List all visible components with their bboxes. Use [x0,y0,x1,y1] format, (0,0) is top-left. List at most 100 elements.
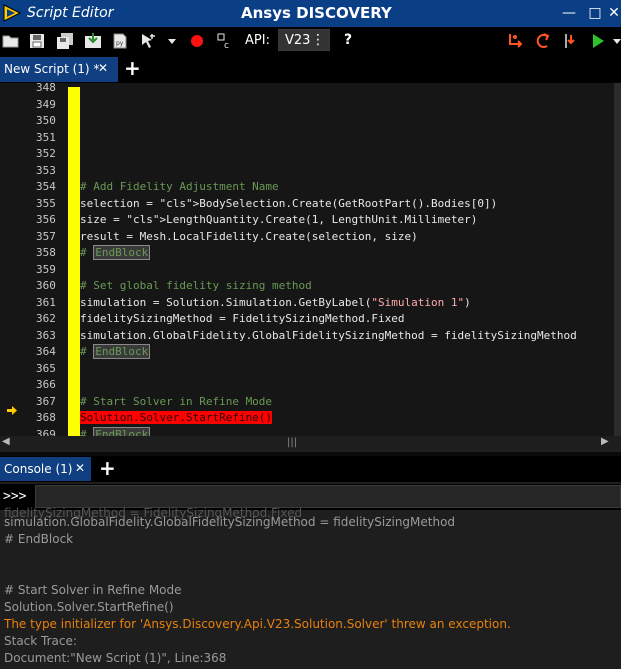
script-mode-icon[interactable]: c [216,31,234,51]
line-number: 366 [36,378,56,391]
code-line[interactable]: 368 Solution.Solver.StartRefine() [0,409,614,426]
help-button[interactable]: ? [344,32,352,48]
line-number: 350 [36,114,56,127]
code-text: size = "cls">LengthQuantity.Create(1, Le… [80,213,478,226]
script-file-icon[interactable]: py [112,31,128,51]
tab-label: New Script (1) * [4,62,100,76]
code-line[interactable]: 358 # EndBlock [0,244,614,261]
tab-console[interactable]: Console (1) ✕ [0,457,91,481]
close-tab-icon[interactable]: ✕ [98,61,108,75]
more-options-icon: ⋮ [311,32,325,48]
code-line[interactable]: 360 # Set global fidelity sizing method [0,277,614,294]
code-text: # Set global fidelity sizing method [80,279,312,292]
console-tab-strip [0,456,621,482]
code-line[interactable]: 363 simulation.GlobalFidelity.GlobalFidel… [0,327,614,344]
console-line: simulation.GlobalFidelity.GlobalFidelity… [4,515,456,529]
console-error-line: The type initializer for 'Ansys.Discover… [4,617,511,631]
save-icon[interactable] [29,31,45,51]
code-text: # EndBlock [80,245,151,260]
title-bar: Script Editor Ansys DISCOVERY — □ ✕ [0,0,621,27]
code-text: selection = "cls">BodySelection.Create(G… [80,196,498,210]
code-line[interactable]: 354 # Add Fidelity Adjustment Name [0,178,614,195]
line-number: 364 [36,345,56,358]
code-line[interactable]: 365 [0,360,614,377]
line-number: 354 [36,180,56,193]
add-console-button[interactable]: + [99,456,116,480]
window-title: Script Editor [27,5,114,21]
import-icon[interactable] [84,31,102,51]
run-dropdown-icon[interactable] [612,31,621,51]
code-line[interactable]: 364 # EndBlock [0,343,614,360]
code-line[interactable]: 367 # Start Solver in Refine Mode [0,393,614,410]
code-line[interactable]: 356 size = "cls">LengthQuantity.Create(1,… [0,211,614,228]
api-label: API: [245,33,270,48]
console-line: # Start Solver in Refine Mode [4,583,182,597]
line-number: 353 [36,163,56,177]
console-input[interactable] [35,485,621,508]
code-text: simulation = Solution.Simulation.GetByLa… [80,295,471,309]
step-over-icon[interactable] [507,31,525,51]
app-logo-icon [3,4,22,22]
code-line[interactable]: 366 [0,376,614,393]
open-folder-icon[interactable] [2,31,20,51]
minimize-button[interactable]: — [560,4,578,22]
breakpoint-icon[interactable] [561,31,579,51]
line-number: 358 [36,246,56,259]
code-line[interactable]: 362 fidelitySizingMethod = FidelitySizing… [0,310,614,327]
dropdown-icon[interactable] [166,31,178,51]
line-number: 351 [36,130,56,144]
console-line: Stack Trace: [4,634,77,648]
console-line: Solution.Solver.StartRefine() [4,600,174,614]
line-number: 362 [36,312,56,325]
code-line[interactable]: 351 [0,129,614,146]
horizontal-scrollbar[interactable]: ◀ ||| ▶ [0,436,621,452]
scroll-left-icon[interactable]: ◀ [2,436,10,447]
code-line[interactable]: 352 [0,145,614,162]
run-icon[interactable] [591,31,605,51]
code-line[interactable]: 349 [0,96,614,113]
maximize-button[interactable]: □ [586,4,604,22]
step-into-icon[interactable] [534,31,552,51]
line-number: 357 [36,229,56,243]
code-text: result = Mesh.LocalFidelity.Create(selec… [80,229,418,243]
code-text: simulation.GlobalFidelity.GlobalFidelity… [80,328,577,342]
line-number: 359 [36,262,56,276]
line-number: 363 [36,328,56,342]
code-text: # Add Fidelity Adjustment Name [80,180,279,193]
code-line[interactable]: 359 [0,261,614,278]
code-text: # EndBlock [80,344,151,359]
svg-text:c: c [224,41,229,49]
line-number: 361 [36,295,56,309]
code-line[interactable]: 361 simulation = Solution.Simulation.GetB… [0,294,614,311]
code-line[interactable]: 355 selection = "cls">BodySelection.Creat… [0,195,614,212]
api-version-select[interactable]: V23 ⋮ [278,29,330,51]
scroll-grip-icon[interactable]: ||| [287,437,297,448]
code-line[interactable]: 357 result = Mesh.LocalFidelity.Create(se… [0,228,614,245]
line-number: 360 [36,279,56,292]
console-line: # EndBlock [4,532,74,546]
save-all-icon[interactable] [56,31,74,51]
code-line[interactable]: 353 [0,162,614,179]
app-title: Ansys DISCOVERY [241,4,392,22]
console-line: Document:"New Script (1)", Line:368 [4,651,227,665]
select-tool-icon[interactable] [140,31,158,51]
record-icon[interactable] [189,31,205,51]
line-number: 356 [36,213,56,226]
code-text: # Start Solver in Refine Mode [80,394,273,408]
line-number: 368 [36,411,56,424]
svg-text:py: py [116,40,124,47]
prompt-symbol: >>> [3,489,27,504]
code-line[interactable]: 350 [0,112,614,129]
line-number: 352 [36,147,56,160]
code-line[interactable]: 348 [0,79,614,96]
scroll-right-icon[interactable]: ▶ [601,436,609,447]
add-tab-button[interactable]: + [124,56,141,80]
code-text: fidelitySizingMethod = FidelitySizingMet… [80,312,405,325]
line-number: 365 [36,361,56,375]
close-console-tab-icon[interactable]: ✕ [75,461,85,475]
line-number: 348 [36,81,56,94]
console-tab-label: Console (1) [4,462,73,476]
vertical-scrollbar[interactable] [614,83,621,436]
close-window-button[interactable]: ✕ [605,4,621,22]
line-number: 349 [36,97,56,111]
